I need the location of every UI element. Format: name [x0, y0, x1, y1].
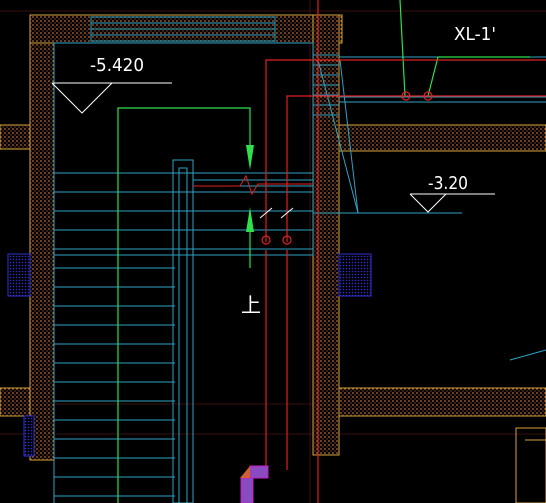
stair-treads	[53, 16, 546, 503]
blue-stub-right	[338, 253, 372, 297]
break-line	[193, 174, 313, 196]
fixture-arrow	[240, 466, 250, 478]
bottom-fixture	[240, 465, 269, 503]
left-wall	[29, 14, 55, 461]
stair-up-mark: 上	[241, 293, 261, 317]
cad-drawing-canvas: -5.420 -3.20 XL-1' 上	[0, 0, 546, 503]
bottom-left-wall	[0, 387, 31, 417]
right-wall	[312, 14, 340, 456]
background-grid	[0, 0, 546, 503]
bottom-right-box	[515, 427, 546, 503]
white-marks	[259, 207, 294, 219]
level-label-right: -3.20	[428, 173, 468, 194]
walls	[0, 14, 546, 461]
arrow-down	[246, 145, 254, 170]
right-beam-wall	[338, 124, 546, 152]
blue-stub-bottom-left	[23, 415, 35, 457]
level-marker-right	[409, 193, 495, 213]
handrail-inner	[178, 167, 188, 503]
left-stub-wall	[0, 124, 31, 150]
blue-stub-left	[7, 253, 31, 297]
bottom-right-wall	[338, 387, 546, 417]
fixture-purple-head	[249, 465, 269, 479]
fixture-purple-post	[240, 477, 254, 503]
level-label-top: -5.420	[90, 55, 144, 76]
riser-id-label: XL-1'	[454, 24, 496, 45]
